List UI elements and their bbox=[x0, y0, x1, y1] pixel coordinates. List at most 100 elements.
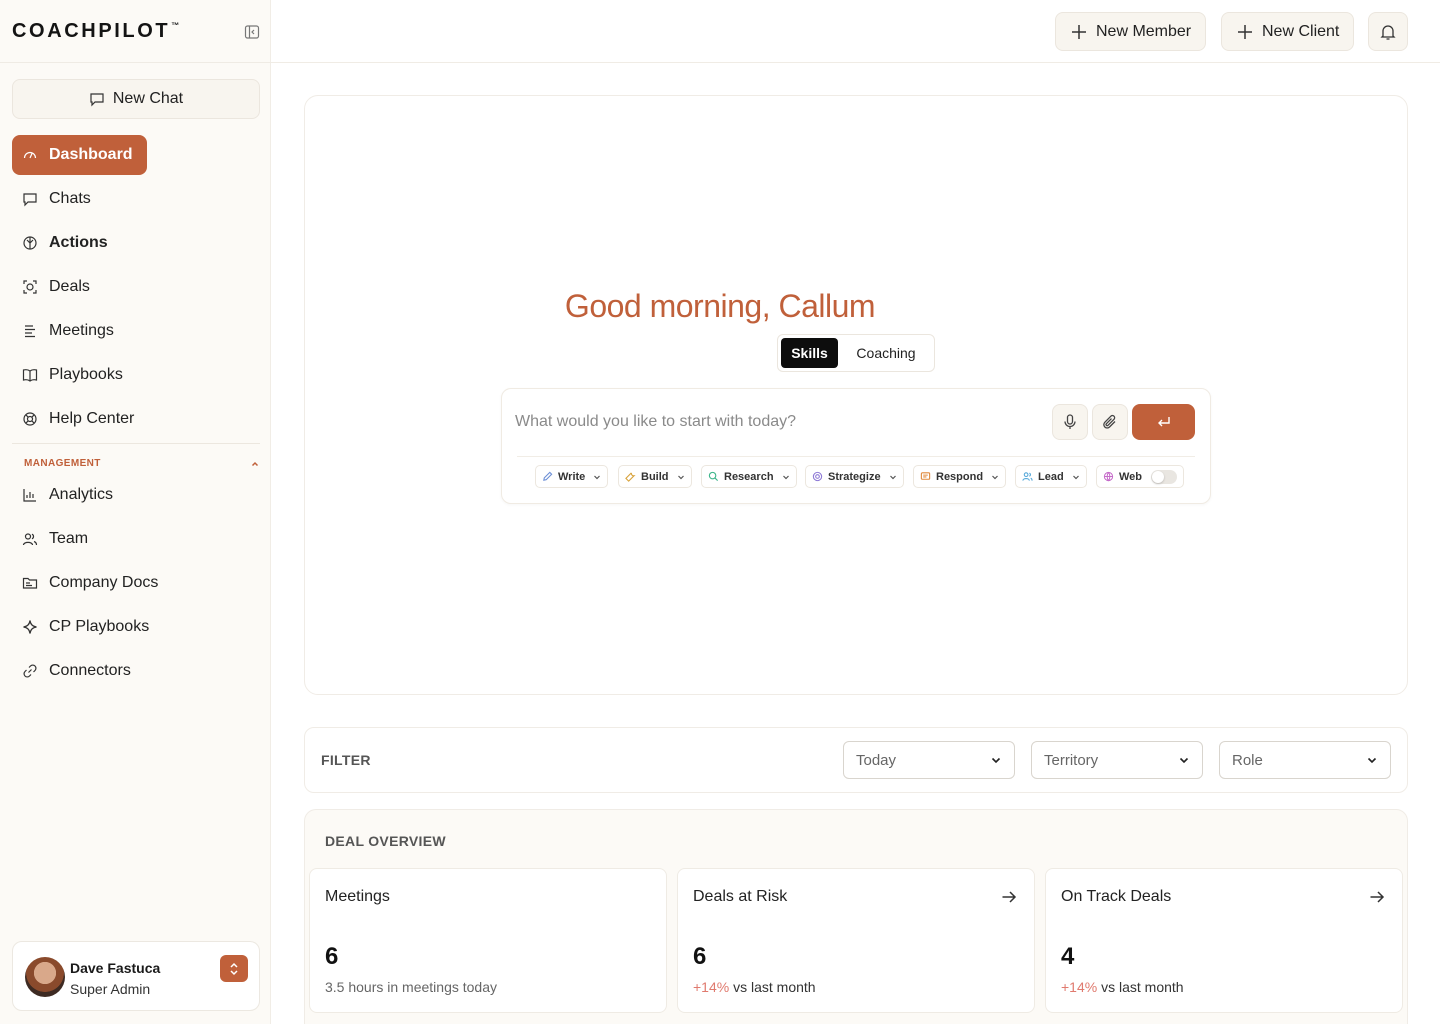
chip-strategize[interactable]: Strategize bbox=[805, 465, 904, 488]
chevron-down-icon bbox=[677, 475, 684, 479]
wrench-icon bbox=[625, 472, 636, 482]
card-subtitle: +14% vs last month bbox=[693, 979, 816, 995]
on-track-deals-card[interactable]: On Track Deals 4 +14% vs last month bbox=[1045, 868, 1403, 1013]
date-select[interactable]: Today bbox=[843, 741, 1015, 779]
send-button[interactable] bbox=[1132, 404, 1195, 440]
sidebar-item-label: Company Docs bbox=[49, 574, 159, 591]
chip-write[interactable]: Write bbox=[535, 465, 609, 488]
greeting-heading: Good morning, Callum bbox=[564, 288, 876, 324]
new-member-button[interactable]: New Member bbox=[1055, 12, 1207, 51]
microphone-button[interactable] bbox=[1052, 404, 1088, 440]
card-subtitle: 3.5 hours in meetings today bbox=[325, 979, 497, 995]
arrow-right-icon[interactable] bbox=[1368, 888, 1386, 906]
attach-button[interactable] bbox=[1092, 404, 1128, 440]
globe-icon bbox=[1103, 471, 1114, 482]
chip-lead[interactable]: Lead bbox=[1015, 465, 1087, 488]
users-icon bbox=[22, 533, 38, 546]
microphone-icon bbox=[1064, 414, 1076, 429]
chip-label: Respond bbox=[936, 470, 984, 483]
new-client-button[interactable]: New Client bbox=[1221, 12, 1355, 51]
notifications-button[interactable] bbox=[1368, 12, 1408, 51]
deals-at-risk-card[interactable]: Deals at Risk 6 +14% vs last month bbox=[677, 868, 1035, 1013]
chevron-down-icon bbox=[1179, 757, 1189, 764]
card-subtitle: +14% vs last month bbox=[1061, 979, 1184, 995]
chevron-up-icon[interactable] bbox=[250, 459, 260, 469]
delta-badge: +14% bbox=[693, 979, 730, 995]
card-title: Deals at Risk bbox=[693, 888, 788, 905]
gauge-icon bbox=[23, 151, 37, 159]
actions-icon bbox=[23, 236, 37, 250]
arrow-right-icon[interactable] bbox=[1000, 888, 1018, 906]
sidebar-item-cp-playbooks[interactable]: CP Playbooks bbox=[12, 607, 149, 647]
tab-coaching[interactable]: Coaching bbox=[844, 338, 928, 368]
sidebar-item-label: Playbooks bbox=[49, 366, 123, 383]
filter-label: FILTER bbox=[321, 752, 371, 768]
chip-label: Research bbox=[724, 470, 774, 483]
lifebuoy-icon bbox=[23, 412, 37, 426]
avatar bbox=[25, 957, 65, 997]
sidebar-item-company-docs[interactable]: Company Docs bbox=[12, 563, 158, 603]
card-title: On Track Deals bbox=[1061, 888, 1172, 905]
sidebar-item-label: CP Playbooks bbox=[49, 618, 150, 635]
sidebar-item-chats[interactable]: Chats bbox=[12, 179, 91, 219]
link-icon bbox=[23, 664, 37, 678]
brand-logo[interactable]: COACHPILOT ™ bbox=[12, 20, 179, 43]
meetings-card[interactable]: Meetings 6 3.5 hours in meetings today bbox=[309, 868, 667, 1013]
chip-research[interactable]: Research bbox=[701, 465, 797, 488]
role-select[interactable]: Role bbox=[1219, 741, 1391, 779]
territory-select[interactable]: Territory bbox=[1031, 741, 1203, 779]
web-toggle[interactable] bbox=[1151, 469, 1178, 484]
chip-label: Strategize bbox=[828, 470, 881, 483]
book-icon bbox=[22, 369, 38, 382]
chip-label: Web bbox=[1119, 470, 1143, 483]
sidebar-item-playbooks[interactable]: Playbooks bbox=[12, 355, 123, 395]
prompt-input[interactable] bbox=[515, 408, 1035, 436]
search-icon bbox=[708, 471, 719, 482]
chip-label: Lead bbox=[1038, 470, 1064, 483]
plus-icon bbox=[1072, 24, 1086, 39]
chip-web[interactable]: Web bbox=[1096, 465, 1185, 488]
sidebar-item-label: Chats bbox=[49, 190, 91, 207]
sidebar-item-label: Actions bbox=[49, 234, 108, 251]
chip-respond[interactable]: Respond bbox=[913, 465, 1007, 488]
card-value: 6 bbox=[693, 943, 707, 970]
select-value: Role bbox=[1232, 751, 1263, 769]
sidebar-item-team[interactable]: Team bbox=[12, 519, 88, 559]
pen-icon bbox=[543, 471, 553, 481]
plus-icon bbox=[1238, 24, 1252, 39]
sidebar-collapse-icon[interactable] bbox=[244, 24, 260, 40]
bell-icon bbox=[1380, 24, 1396, 40]
management-header-label: MANAGEMENT bbox=[24, 458, 101, 469]
target-icon bbox=[812, 471, 823, 482]
user-role: Super Admin bbox=[70, 981, 151, 997]
delta-caption: vs last month bbox=[1097, 979, 1184, 995]
chip-build[interactable]: Build bbox=[618, 465, 692, 488]
user-name: Dave Fastuca bbox=[70, 960, 161, 976]
chevron-down-icon bbox=[1367, 757, 1377, 764]
card-title: Meetings bbox=[325, 888, 390, 905]
sparkle-icon bbox=[23, 620, 37, 634]
folder-icon bbox=[22, 577, 38, 589]
user-card[interactable]: Dave Fastuca Super Admin bbox=[12, 941, 260, 1011]
chevron-down-icon bbox=[992, 475, 998, 479]
sidebar-item-label: Dashboard bbox=[49, 146, 133, 163]
select-value: Territory bbox=[1044, 751, 1099, 769]
brand-name: COACHPILOT bbox=[12, 20, 171, 42]
brand-trademark: ™ bbox=[171, 21, 180, 30]
chevron-down-icon bbox=[991, 757, 1001, 764]
bar-chart-icon bbox=[23, 489, 36, 502]
sidebar-item-dashboard[interactable]: Dashboard bbox=[12, 135, 147, 175]
sidebar-item-analytics[interactable]: Analytics bbox=[12, 475, 113, 515]
new-chat-button[interactable]: New Chat bbox=[12, 79, 260, 119]
chip-label: Build bbox=[641, 470, 669, 483]
management-section-header[interactable]: MANAGEMENT bbox=[24, 458, 260, 469]
new-chat-label: New Chat bbox=[112, 90, 184, 107]
sidebar-divider bbox=[12, 443, 260, 444]
tab-skills[interactable]: Skills bbox=[781, 338, 838, 368]
account-switcher-button[interactable] bbox=[220, 955, 248, 982]
sidebar-item-help-center[interactable]: Help Center bbox=[12, 399, 134, 439]
users-icon bbox=[1022, 472, 1033, 481]
sidebar-item-connectors[interactable]: Connectors bbox=[12, 651, 131, 691]
chip-label: Write bbox=[558, 470, 586, 483]
sidebar-item-actions[interactable]: Actions bbox=[12, 223, 108, 263]
